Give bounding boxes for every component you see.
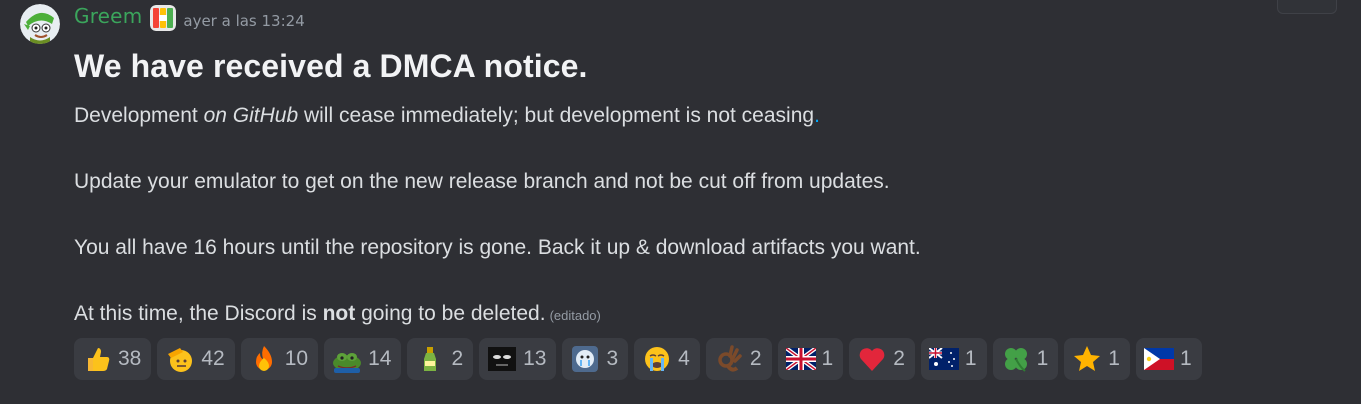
username[interactable]: Greem [74,4,142,28]
reaction-count: 38 [118,347,142,370]
reaction-count: 10 [284,347,309,370]
reaction-ok-hand[interactable]: 2 [705,338,772,380]
text: At this time, the Discord is [74,302,323,325]
message-toolbar[interactable] [1277,0,1337,14]
reaction-count: 2 [893,347,905,370]
text: will cease immediately; but development … [298,104,815,127]
reaction-pepe-frog[interactable]: 14 [324,338,402,380]
reaction-four-leaf-clover[interactable]: 1 [992,338,1059,380]
pepe-frog-icon [332,344,362,374]
reaction-count: 3 [606,347,619,370]
reaction-count: 1 [964,347,977,370]
text: going to be deleted. [355,302,546,325]
thumbs-up-icon [82,344,112,374]
uk-flag-icon [785,344,816,374]
reaction-dark-face[interactable]: 13 [479,338,557,380]
message-line-3: You all have 16 hours until the reposito… [74,236,921,259]
reaction-crying-character[interactable]: 3 [562,338,629,380]
reaction-philippines-flag[interactable]: 1 [1135,338,1202,380]
reaction-count: 4 [678,347,690,370]
emphasis-text: on GitHub [203,104,299,127]
philippines-flag-icon [1143,344,1174,374]
reaction-count: 1 [1108,347,1120,370]
reaction-count: 1 [1179,347,1192,370]
red-heart-icon [857,344,887,374]
role-badge-icon[interactable] [150,5,177,31]
reaction-count: 1 [821,347,834,370]
reaction-australia-flag[interactable]: 1 [920,338,987,380]
bottle-icon [415,344,445,374]
message-line-1: Development on GitHub will cease immedia… [74,104,820,128]
reaction-count: 14 [368,347,392,370]
reaction-bottle[interactable]: 2 [407,338,474,380]
message-line-2: Update your emulator to get on the new r… [74,170,890,193]
bold-text: not [322,302,356,325]
dark-face-icon [487,344,517,374]
message-heading: We have received a DMCA notice. [74,48,588,84]
reaction-count: 13 [523,347,547,370]
reaction-count: 2 [451,347,464,370]
reaction-saluting-face[interactable]: 42 [157,338,235,380]
reaction-loudly-crying[interactable]: 4 [634,338,700,380]
australia-flag-icon [928,344,959,374]
avatar[interactable] [20,4,60,44]
reaction-thumbs-up[interactable]: 38 [74,338,152,380]
link-dot[interactable]: . [814,104,820,127]
avatar-image [20,4,60,44]
text: Development [74,104,204,127]
reaction-star[interactable]: 1 [1064,338,1130,380]
four-leaf-clover-icon [1001,344,1031,374]
message-timestamp: ayer a las 13:24 [183,12,305,30]
loudly-crying-face-icon [642,344,672,374]
chat-message: Greem ayer a las 13:24 We have received … [0,0,1361,404]
reaction-count: 42 [201,347,225,370]
message-header: Greem ayer a las 13:24 [74,2,305,38]
message-line-4: At this time, the Discord is not going t… [74,302,601,326]
reaction-fire[interactable]: 10 [240,338,319,380]
reaction-red-heart[interactable]: 2 [849,338,915,380]
fire-icon [249,344,279,374]
edited-label: (editado) [549,308,601,323]
reaction-uk-flag[interactable]: 1 [777,338,844,380]
reactions-bar: 38 42 10 14 2 13 3 4 2 1 2 1 1 1 1 [74,338,1202,380]
saluting-face-icon [165,344,195,374]
star-icon [1072,344,1102,374]
reaction-count: 2 [749,347,762,370]
ok-hand-icon [714,344,744,374]
crying-character-icon [570,344,600,374]
reaction-count: 1 [1036,347,1049,370]
